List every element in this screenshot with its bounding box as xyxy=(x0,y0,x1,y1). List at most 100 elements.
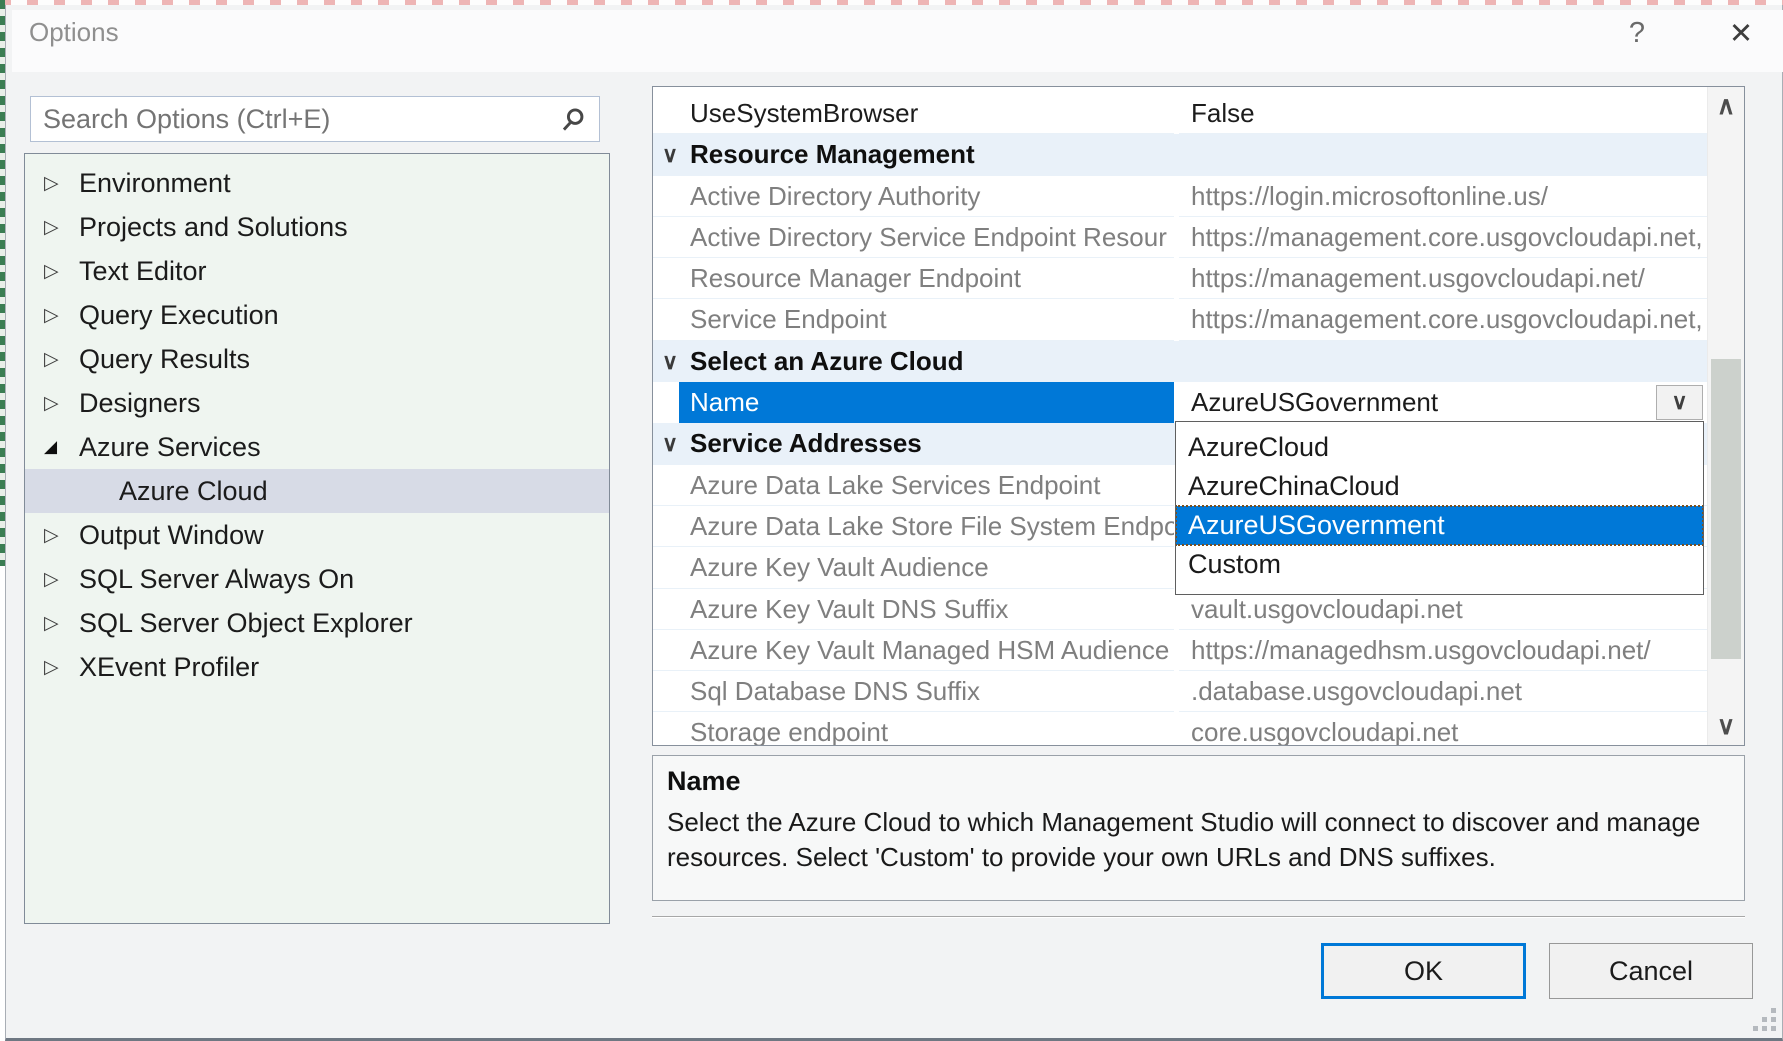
expanded-triangle-icon[interactable]: ◢ xyxy=(44,437,79,457)
grid-scrollbar[interactable]: ∧ ∨ xyxy=(1707,87,1744,745)
resize-grip[interactable] xyxy=(1753,1008,1777,1032)
property-value[interactable]: False xyxy=(1179,93,1707,134)
dropdown-item-azureusgovernment[interactable]: AzureUSGovernment xyxy=(1176,506,1703,545)
property-row-sql-database-dns-suffix[interactable]: Sql Database DNS Suffix.database.usgovcl… xyxy=(653,671,1707,712)
close-button[interactable]: ✕ xyxy=(1712,10,1770,56)
collapsed-triangle-icon[interactable]: ▷ xyxy=(44,524,79,547)
tree-item-environment[interactable]: ▷Environment xyxy=(25,161,609,205)
cloud-dropdown-list: AzureCloudAzureChinaCloudAzureUSGovernme… xyxy=(1175,421,1704,595)
tree-item-label: SQL Server Object Explorer xyxy=(79,608,413,639)
dropdown-item-custom[interactable]: Custom xyxy=(1176,545,1703,584)
search-icon xyxy=(560,106,587,133)
collapsed-triangle-icon[interactable]: ▷ xyxy=(44,172,79,195)
collapsed-triangle-icon[interactable]: ▷ xyxy=(44,304,79,327)
property-row-service-endpoint[interactable]: Service Endpointhttps://management.core.… xyxy=(653,299,1707,340)
collapsed-triangle-icon[interactable]: ▷ xyxy=(44,612,79,635)
collapsed-triangle-icon[interactable]: ▷ xyxy=(44,656,79,679)
tree-item-label: Environment xyxy=(79,168,231,199)
collapse-chevron-icon[interactable]: ∨ xyxy=(658,134,682,175)
tree-item-query-execution[interactable]: ▷Query Execution xyxy=(25,293,609,337)
help-button[interactable]: ? xyxy=(1608,10,1666,56)
row-gutter xyxy=(653,671,679,712)
tree-item-label: Azure Cloud xyxy=(119,476,268,507)
collapsed-triangle-icon[interactable]: ▷ xyxy=(44,568,79,591)
tree-item-projects-and-solutions[interactable]: ▷Projects and Solutions xyxy=(25,205,609,249)
property-name: Azure Data Lake Services Endpoint xyxy=(679,465,1174,506)
property-row-active-directory-authority[interactable]: Active Directory Authorityhttps://login.… xyxy=(653,176,1707,217)
collapse-chevron-icon[interactable]: ∨ xyxy=(658,341,682,382)
tree-item-label: Output Window xyxy=(79,520,264,551)
property-value[interactable]: https://management.core.usgovcloudapi.ne… xyxy=(1179,217,1707,258)
property-name: Sql Database DNS Suffix xyxy=(679,671,1174,712)
property-name: Azure Data Lake Store File System Endpo xyxy=(679,506,1174,547)
property-name: UseSystemBrowser xyxy=(679,93,1174,134)
collapsed-triangle-icon[interactable]: ▷ xyxy=(44,392,79,415)
category-label: Service Addresses xyxy=(690,423,922,464)
tree-item-sql-server-always-on[interactable]: ▷SQL Server Always On xyxy=(25,557,609,601)
collapsed-triangle-icon[interactable]: ▷ xyxy=(44,216,79,239)
dropdown-item-azurechinacloud[interactable]: AzureChinaCloud xyxy=(1176,467,1703,506)
tree-item-label: Projects and Solutions xyxy=(79,212,348,243)
tree-item-text-editor[interactable]: ▷Text Editor xyxy=(25,249,609,293)
property-value[interactable]: https://login.microsoftonline.us/ xyxy=(1179,176,1707,217)
row-gutter xyxy=(653,506,679,547)
property-row-azure-key-vault-managed-hsm-audience[interactable]: Azure Key Vault Managed HSM Audiencehttp… xyxy=(653,630,1707,671)
tree-item-designers[interactable]: ▷Designers xyxy=(25,381,609,425)
dialog-title: Options xyxy=(29,17,119,48)
help-icon: ? xyxy=(1629,17,1645,50)
category-label: Resource Management xyxy=(690,134,975,175)
tree-item-azure-services[interactable]: ◢Azure Services xyxy=(25,425,609,469)
tree-item-label: Text Editor xyxy=(79,256,207,287)
category-row-select-an-azure-cloud[interactable]: ∨Select an Azure Cloud xyxy=(653,341,1707,382)
property-row-storage-endpoint[interactable]: Storage endpointcore.usgovcloudapi.net xyxy=(653,712,1707,745)
collapsed-triangle-icon[interactable]: ▷ xyxy=(44,348,79,371)
collapsed-triangle-icon[interactable]: ▷ xyxy=(44,260,79,283)
property-value[interactable]: AzureUSGovernment∨ xyxy=(1179,382,1707,423)
cancel-button[interactable]: Cancel xyxy=(1549,943,1753,999)
tree-item-label: XEvent Profiler xyxy=(79,652,259,683)
title-bar[interactable] xyxy=(12,10,1783,72)
dropdown-item-azurecloud[interactable]: AzureCloud xyxy=(1176,428,1703,467)
tree-item-sql-server-object-explorer[interactable]: ▷SQL Server Object Explorer xyxy=(25,601,609,645)
row-gutter xyxy=(653,258,679,299)
property-name: Active Directory Authority xyxy=(679,176,1174,217)
tree-item-label: SQL Server Always On xyxy=(79,564,354,595)
row-gutter xyxy=(653,217,679,258)
combo-dropdown-button-icon[interactable]: ∨ xyxy=(1656,385,1703,420)
property-grid-rows: UseSystemBrowserFalse∨Resource Managemen… xyxy=(653,93,1707,745)
row-gutter xyxy=(653,630,679,671)
collapse-chevron-icon[interactable]: ∨ xyxy=(658,423,682,464)
tree-item-label: Azure Services xyxy=(79,432,261,463)
property-row-resource-manager-endpoint[interactable]: Resource Manager Endpointhttps://managem… xyxy=(653,258,1707,299)
scrollbar-thumb[interactable] xyxy=(1711,359,1741,659)
property-value[interactable]: .database.usgovcloudapi.net xyxy=(1179,671,1707,712)
category-label: Select an Azure Cloud xyxy=(690,341,964,382)
property-row-usesystembrowser[interactable]: UseSystemBrowserFalse xyxy=(653,93,1707,134)
tree-item-xevent-profiler[interactable]: ▷XEvent Profiler xyxy=(25,645,609,689)
description-panel: Name Select the Azure Cloud to which Man… xyxy=(652,755,1745,901)
tree-item-query-results[interactable]: ▷Query Results xyxy=(25,337,609,381)
tree-item-azure-cloud[interactable]: Azure Cloud xyxy=(25,469,609,513)
property-name: Azure Key Vault DNS Suffix xyxy=(679,589,1174,630)
background-window-artifact-top xyxy=(0,0,1783,5)
property-value[interactable]: https://management.core.usgovcloudapi.ne… xyxy=(1179,299,1707,340)
row-gutter xyxy=(653,382,679,423)
property-value[interactable]: https://management.usgovcloudapi.net/ xyxy=(1179,258,1707,299)
scroll-down-icon[interactable]: ∨ xyxy=(1708,711,1744,741)
row-gutter xyxy=(653,176,679,217)
row-gutter xyxy=(653,299,679,340)
search-input[interactable] xyxy=(43,104,560,135)
property-value[interactable]: core.usgovcloudapi.net xyxy=(1179,712,1707,745)
row-gutter xyxy=(653,93,679,134)
property-row-active-directory-service-endpoint-resour[interactable]: Active Directory Service Endpoint Resour… xyxy=(653,217,1707,258)
property-value[interactable]: https://managedhsm.usgovcloudapi.net/ xyxy=(1179,630,1707,671)
category-row-resource-management[interactable]: ∨Resource Management xyxy=(653,134,1707,175)
ok-button[interactable]: OK xyxy=(1321,943,1526,999)
close-icon: ✕ xyxy=(1729,16,1753,51)
property-row-name[interactable]: NameAzureUSGovernment∨ xyxy=(653,382,1707,423)
description-text: Select the Azure Cloud to which Manageme… xyxy=(667,805,1702,875)
background-window-artifact-left xyxy=(0,0,5,566)
search-box xyxy=(30,96,600,142)
tree-item-output-window[interactable]: ▷Output Window xyxy=(25,513,609,557)
scroll-up-icon[interactable]: ∧ xyxy=(1708,91,1744,121)
